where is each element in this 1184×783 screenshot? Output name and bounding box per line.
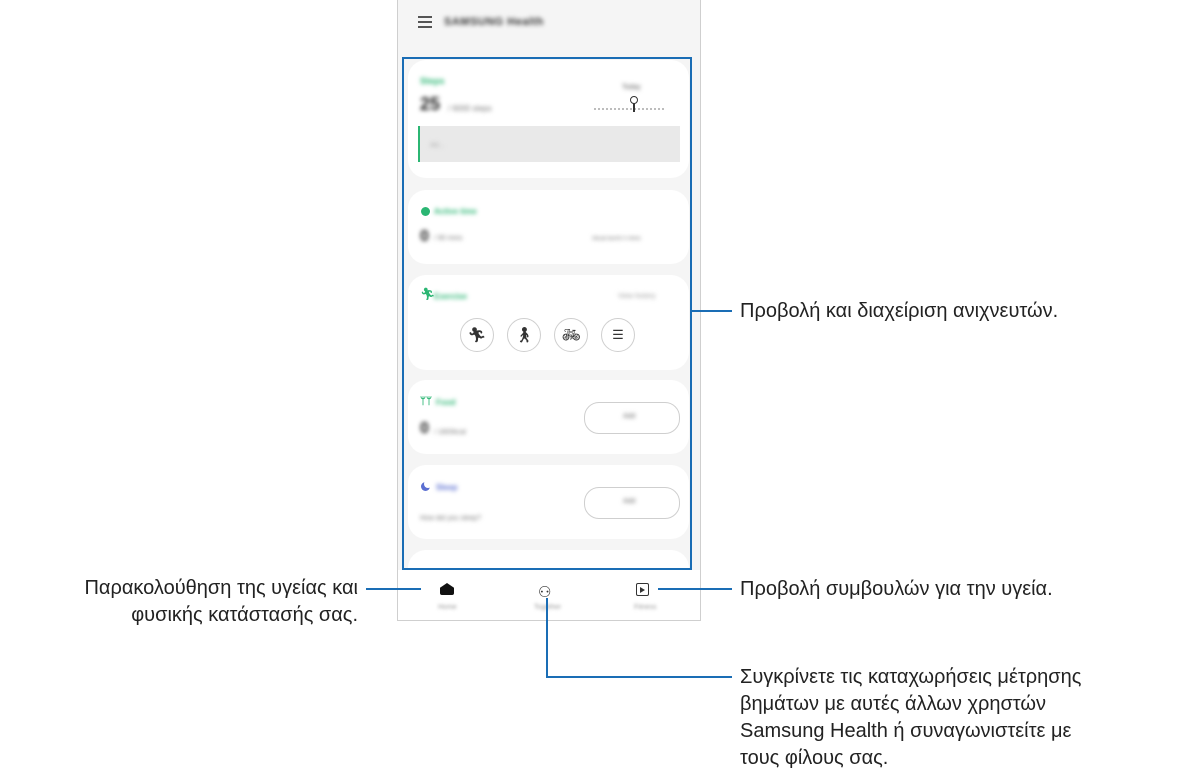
callout-together-line4: τους φίλους σας. (740, 747, 889, 769)
home-icon (440, 583, 454, 595)
callout-tips: Προβολή συμβουλών για την υγεία. (740, 578, 1053, 600)
callout-together-line3: Samsung Health ή συναγωνιστείτε με (740, 720, 1072, 742)
callout-line-together-horizontal (546, 676, 732, 678)
callout-together-line2: βημάτων με αυτές άλλων χρηστών (740, 693, 1047, 715)
callout-line-home (366, 588, 421, 590)
callout-trackers: Προβολή και διαχείριση ανιχνευτών. (740, 300, 1059, 322)
app-title: SAMSUNG Health (444, 16, 544, 28)
callout-together-line1: Συγκρίνετε τις καταχωρήσεις μέτρησης (740, 666, 1082, 688)
callout-line-together-vertical (546, 598, 548, 678)
nav-home[interactable]: Home (418, 570, 478, 620)
calendar-play-icon (636, 583, 649, 596)
people-icon: ⚇ (538, 584, 552, 601)
nav-fitness[interactable]: Fitness (616, 570, 676, 620)
nav-together[interactable]: ⚇ Together (518, 570, 578, 620)
callout-line-tips (658, 588, 732, 590)
callout-home-line2: φυσικής κατάστασής σας. (131, 604, 358, 626)
menu-icon[interactable] (418, 16, 432, 28)
callout-line-trackers (692, 310, 732, 312)
trackers-highlight (402, 57, 692, 570)
app-bar: SAMSUNG Health (398, 0, 700, 52)
nav-fitness-label: Fitness (634, 604, 657, 611)
callout-home-line1: Παρακολούθηση της υγείας και (84, 577, 358, 599)
nav-home-label: Home (438, 604, 457, 611)
bottom-navigation: Home ⚇ Together Fitness (398, 570, 700, 620)
